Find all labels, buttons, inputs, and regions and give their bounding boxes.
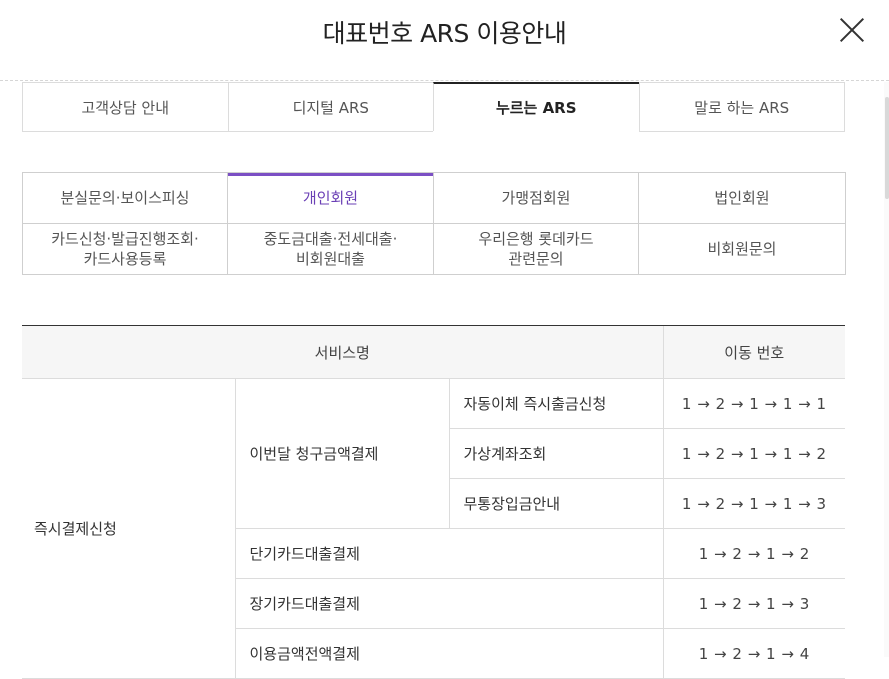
- number-cell: 1 → 2 → 1 → 2: [662, 528, 845, 579]
- subtab-woori-bank[interactable]: 우리은행 롯데카드 관련문의: [434, 224, 639, 275]
- number-cell: 1 → 2 → 1 → 4: [662, 628, 845, 679]
- subtab-loans[interactable]: 중도금대출·전세대출· 비회원대출: [228, 224, 434, 275]
- number-cell: 1 → 2 → 1 → 1 → 2: [662, 428, 845, 479]
- number-cell: 1 → 2 → 1 → 1 → 3: [662, 478, 845, 529]
- number-cell: 1 → 2 → 1 → 3: [662, 578, 845, 629]
- header-divider: [0, 80, 889, 81]
- subtab-merchant-member[interactable]: 가맹점회원: [434, 173, 639, 224]
- table-row: 즉시결제신청 이번달 청구금액결제 자동이체 즉시출금신청 1 → 2 → 1 …: [22, 378, 845, 679]
- tab-customer-service[interactable]: 고객상담 안내: [22, 82, 228, 132]
- service-cell: 장기카드대출결제: [234, 578, 663, 629]
- header-service-name: 서비스명: [22, 325, 663, 379]
- group-cell: 즉시결제신청: [22, 378, 235, 679]
- tab-press-ars[interactable]: 누르는 ARS: [433, 82, 639, 131]
- scrollbar-thumb[interactable]: [885, 97, 889, 199]
- subtab-non-member[interactable]: 비회원문의: [639, 224, 846, 275]
- sub-tabs: 분실문의·보이스피싱 개인회원 가맹점회원 법인회원 카드신청·발급진행조회· …: [22, 172, 846, 275]
- subtab-loss-phishing[interactable]: 분실문의·보이스피싱: [23, 173, 228, 224]
- service-cell: 자동이체 즉시출금신청: [448, 378, 663, 429]
- ars-table: 서비스명 이동 번호 즉시결제신청 이번달 청구금액결제 자동이체 즉시출금신청…: [22, 325, 845, 679]
- tab-digital-ars[interactable]: 디지털 ARS: [227, 82, 433, 132]
- main-tabs: 고객상담 안내 디지털 ARS 누르는 ARS 말로 하는 ARS: [22, 82, 845, 132]
- modal-header: 대표번호 ARS 이용안내: [0, 0, 889, 80]
- subgroup-cell: 이번달 청구금액결제: [234, 378, 449, 529]
- service-cell: 이용금액전액결제: [234, 628, 663, 679]
- header-move-number: 이동 번호: [662, 325, 845, 379]
- tab-voice-ars[interactable]: 말로 하는 ARS: [638, 82, 845, 132]
- modal-title: 대표번호 ARS 이용안내: [322, 19, 567, 48]
- subtab-card-application[interactable]: 카드신청·발급진행조회· 카드사용등록: [23, 224, 228, 275]
- service-cell: 무통장입금안내: [448, 478, 663, 529]
- service-cell: 가상계좌조회: [448, 428, 663, 479]
- number-cell: 1 → 2 → 1 → 1 → 1: [662, 378, 845, 429]
- service-cell: 단기카드대출결제: [234, 528, 663, 579]
- subtab-personal-member[interactable]: 개인회원: [228, 173, 434, 224]
- subtab-corporate-member[interactable]: 법인회원: [639, 173, 846, 224]
- close-icon[interactable]: [838, 16, 866, 44]
